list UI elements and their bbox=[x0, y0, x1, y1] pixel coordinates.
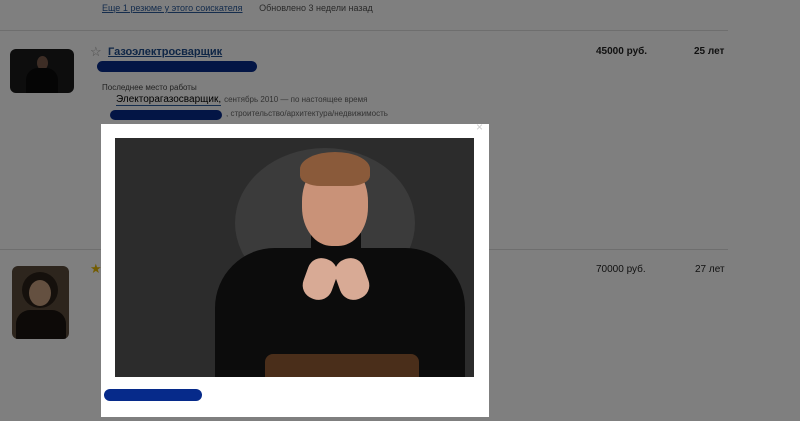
photo-hair-shape bbox=[300, 152, 370, 186]
enlarged-candidate-photo bbox=[115, 138, 474, 377]
photo-chair-shape bbox=[265, 354, 419, 377]
close-icon[interactable]: × bbox=[476, 121, 483, 133]
redacted-caption bbox=[104, 389, 202, 401]
